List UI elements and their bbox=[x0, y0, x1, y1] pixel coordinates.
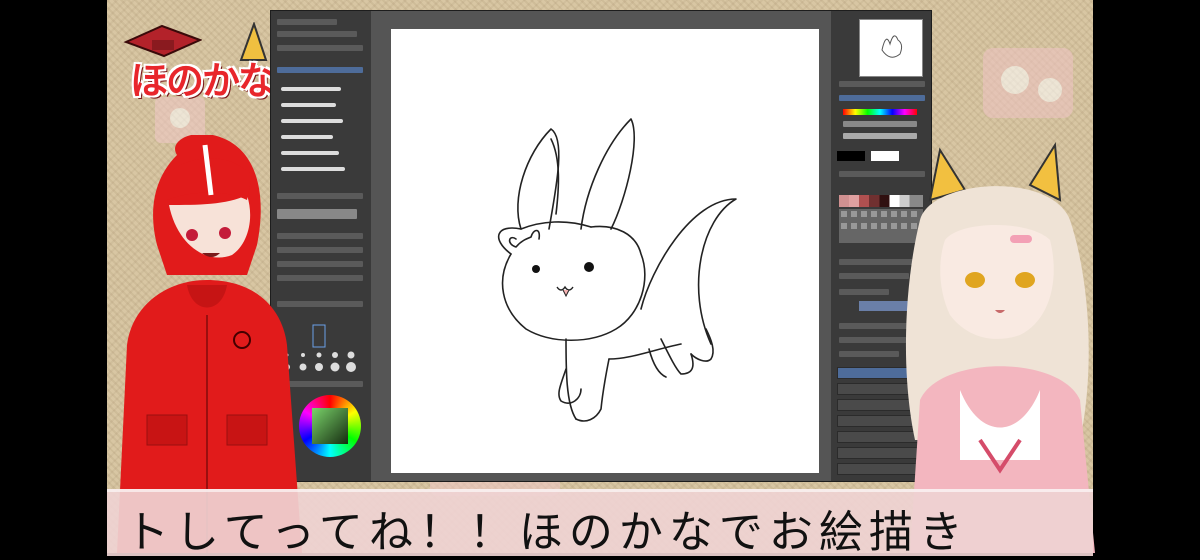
painting-app-window bbox=[270, 10, 932, 482]
navigator-controls[interactable] bbox=[839, 81, 925, 87]
brush-item[interactable] bbox=[281, 119, 343, 123]
color-wheel[interactable] bbox=[299, 395, 361, 457]
cat-rabbit-sketch bbox=[497, 118, 737, 422]
saturation-slider[interactable] bbox=[843, 121, 917, 127]
logo-text: ほのかな bbox=[130, 59, 276, 103]
tool-tab[interactable] bbox=[277, 31, 357, 37]
tool-tab[interactable] bbox=[277, 19, 337, 25]
main-color-swatch[interactable] bbox=[837, 151, 865, 161]
hue-slider[interactable] bbox=[843, 109, 917, 115]
value-slider[interactable] bbox=[843, 133, 917, 139]
tool-tab[interactable] bbox=[277, 45, 363, 51]
color-picker-square[interactable] bbox=[312, 408, 348, 444]
brush-list-header[interactable] bbox=[277, 67, 363, 73]
color-slider-header bbox=[839, 95, 925, 101]
navigator-thumbnail[interactable] bbox=[859, 19, 923, 77]
subtitle-bar: トしてってね！！ほのかなでお絵描き bbox=[107, 489, 1093, 558]
sticker-decoration bbox=[975, 40, 1085, 130]
brush-item[interactable] bbox=[281, 103, 336, 107]
expression-color-row[interactable] bbox=[839, 289, 889, 295]
drawing-canvas[interactable] bbox=[391, 29, 819, 473]
subtitle-text: トしてってね！！ほのかなでお絵描き bbox=[125, 507, 969, 558]
brush-item[interactable] bbox=[281, 87, 341, 91]
